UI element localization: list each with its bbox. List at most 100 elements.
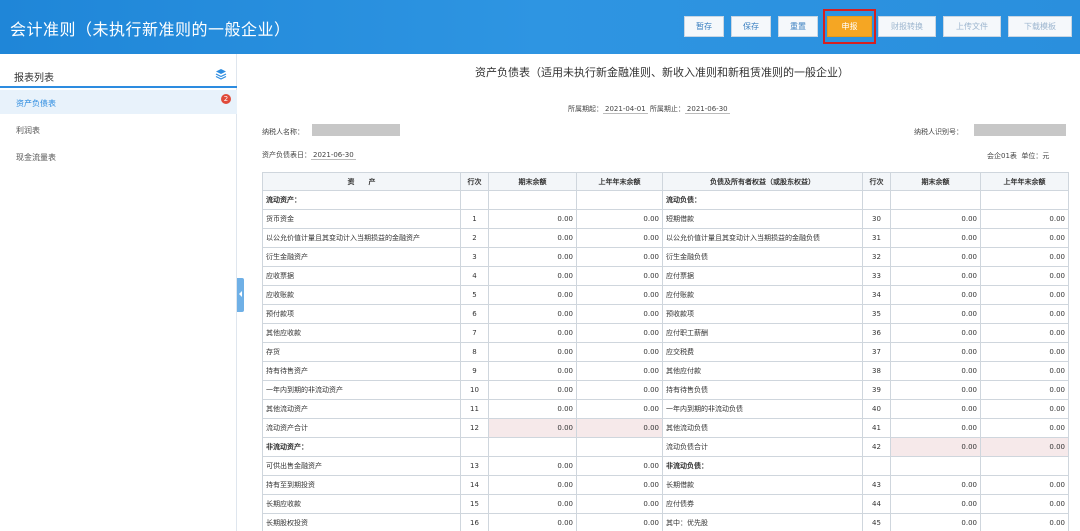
liability-prior-balance-input [980, 456, 1069, 476]
liability-prior-balance-input[interactable]: 0.00 [980, 323, 1069, 343]
asset-ending-balance-input[interactable]: 0.00 [488, 513, 577, 531]
upload-file-button[interactable]: 上传文件 [943, 16, 1001, 37]
liability-ending-balance-input[interactable]: 0.00 [890, 513, 981, 531]
asset-prior-balance-input[interactable]: 0.00 [576, 494, 663, 514]
asset-prior-balance-input[interactable]: 0.00 [576, 247, 663, 267]
report-convert-button[interactable]: 财报转换 [878, 16, 936, 37]
sidebar-item-income-statement[interactable]: 利润表 [0, 117, 237, 141]
asset-prior-balance-input[interactable]: 0.00 [576, 323, 663, 343]
liability-ending-balance-input[interactable]: 0.00 [890, 285, 981, 305]
liability-prior-balance-input[interactable]: 0.00 [980, 361, 1069, 381]
liability-ending-balance-input[interactable]: 0.00 [890, 266, 981, 286]
liability-item-label: 其他应付款 [662, 361, 863, 381]
asset-ending-balance-input[interactable]: 0.00 [488, 361, 577, 381]
table-row: 流动资产合计 12 0.00 0.00 其他流动负债 41 0.00 0.00 [262, 418, 1069, 438]
liability-item-label: 应付债券 [662, 494, 863, 514]
liability-ending-balance-input[interactable]: 0.00 [890, 209, 981, 229]
asset-prior-balance-input[interactable]: 0.00 [576, 228, 663, 248]
liability-ending-balance-input[interactable]: 0.00 [890, 494, 981, 514]
app-header: 会计准则（未执行新准则的一般企业） 暂存 保存 重置 申报 财报转换 上传文件 … [0, 0, 1080, 54]
asset-prior-balance-input[interactable]: 0.00 [576, 456, 663, 476]
asset-prior-balance-input[interactable]: 0.00 [576, 342, 663, 362]
liability-ending-balance-input[interactable]: 0.00 [890, 342, 981, 362]
asset-prior-balance-input[interactable]: 0.00 [576, 266, 663, 286]
sidebar-item-balance-sheet[interactable]: 资产负债表 2 [0, 90, 237, 114]
liability-line-no: 36 [862, 323, 891, 343]
sidebar-item-cash-flow[interactable]: 现金流量表 [0, 144, 237, 168]
asset-ending-balance-input[interactable]: 0.00 [488, 380, 577, 400]
draft-save-button[interactable]: 暂存 [684, 16, 724, 37]
asset-prior-balance-input[interactable]: 0.00 [576, 380, 663, 400]
asset-ending-balance-input[interactable]: 0.00 [488, 456, 577, 476]
liability-prior-balance-input[interactable]: 0.00 [980, 342, 1069, 362]
liability-ending-balance-input[interactable]: 0.00 [890, 304, 981, 324]
liability-ending-balance-input[interactable]: 0.00 [890, 475, 981, 495]
submit-button[interactable]: 申报 [827, 16, 872, 37]
liability-ending-balance-input[interactable]: 0.00 [890, 361, 981, 381]
form-number: 会企01表 [987, 152, 1017, 160]
liability-item-label: 以公允价值计量且其变动计入当期损益的金融负债 [662, 228, 863, 248]
layers-icon[interactable] [215, 68, 227, 80]
asset-prior-balance-input[interactable]: 0.00 [576, 399, 663, 419]
asset-ending-balance-input[interactable]: 0.00 [488, 247, 577, 267]
liability-ending-balance-input[interactable]: 0.00 [890, 399, 981, 419]
liability-prior-balance-input[interactable]: 0.00 [980, 513, 1069, 531]
asset-ending-balance-input[interactable]: 0.00 [488, 323, 577, 343]
table-row: 应收票据 4 0.00 0.00 应付票据 33 0.00 0.00 [262, 266, 1069, 286]
asset-ending-balance-input [488, 437, 577, 457]
asset-ending-balance-input[interactable]: 0.00 [488, 399, 577, 419]
download-template-button[interactable]: 下载模板 [1008, 16, 1072, 37]
asset-ending-balance-input[interactable]: 0.00 [488, 285, 577, 305]
asset-item-label: 流动资产合计 [262, 418, 461, 438]
asset-prior-balance-input[interactable]: 0.00 [576, 475, 663, 495]
liability-prior-balance-input[interactable]: 0.00 [980, 209, 1069, 229]
liability-prior-balance-input[interactable]: 0.00 [980, 266, 1069, 286]
asset-prior-balance-input[interactable]: 0.00 [576, 209, 663, 229]
liability-prior-balance-input[interactable]: 0.00 [980, 247, 1069, 267]
asset-prior-balance-input[interactable]: 0.00 [576, 361, 663, 381]
liability-prior-balance-input[interactable]: 0.00 [980, 475, 1069, 495]
liability-ending-balance-input[interactable]: 0.00 [890, 323, 981, 343]
liability-item-label: 持有待售负债 [662, 380, 863, 400]
sidebar-item-label: 利润表 [16, 126, 40, 135]
table-row: 衍生金融资产 3 0.00 0.00 衍生金融负债 32 0.00 0.00 [262, 247, 1069, 267]
col-header-line-no: 行次 [460, 172, 489, 191]
table-header-row: 资 产 行次 期末余额 上年年末余额 负债及所有者权益（或股东权益） 行次 期末… [262, 172, 1069, 191]
liability-ending-balance-input[interactable]: 0.00 [890, 247, 981, 267]
liability-prior-balance-input[interactable]: 0.00 [980, 494, 1069, 514]
save-button[interactable]: 保存 [731, 16, 771, 37]
asset-ending-balance-input[interactable]: 0.00 [488, 228, 577, 248]
liability-prior-balance-input[interactable]: 0.00 [980, 399, 1069, 419]
liability-prior-balance-input[interactable]: 0.00 [980, 418, 1069, 438]
sidebar-item-label: 资产负债表 [16, 99, 56, 108]
col-header-line-no: 行次 [862, 172, 891, 191]
liability-ending-balance-input[interactable]: 0.00 [890, 418, 981, 438]
asset-prior-balance-input[interactable]: 0.00 [576, 513, 663, 531]
liability-prior-balance-input[interactable]: 0.00 [980, 304, 1069, 324]
asset-ending-balance-input[interactable]: 0.00 [488, 342, 577, 362]
asset-ending-balance-input[interactable]: 0.00 [488, 266, 577, 286]
asset-prior-balance-input: 0.00 [576, 418, 663, 438]
col-header-prior-year-balance: 上年年末余额 [980, 172, 1069, 191]
table-row: 预付款项 6 0.00 0.00 预收款项 35 0.00 0.00 [262, 304, 1069, 324]
asset-item-label: 预付款项 [262, 304, 461, 324]
reset-button[interactable]: 重置 [778, 16, 818, 37]
liability-ending-balance-input[interactable]: 0.00 [890, 228, 981, 248]
asset-prior-balance-input[interactable]: 0.00 [576, 285, 663, 305]
table-row: 应收账款 5 0.00 0.00 应付账款 34 0.00 0.00 [262, 285, 1069, 305]
liability-ending-balance-input[interactable]: 0.00 [890, 380, 981, 400]
liability-line-no: 30 [862, 209, 891, 229]
asset-ending-balance-input[interactable]: 0.00 [488, 304, 577, 324]
asset-prior-balance-input[interactable]: 0.00 [576, 304, 663, 324]
asset-ending-balance-input[interactable]: 0.00 [488, 494, 577, 514]
liability-prior-balance-input[interactable]: 0.00 [980, 380, 1069, 400]
asset-item-label: 应收票据 [262, 266, 461, 286]
asset-ending-balance-input[interactable]: 0.00 [488, 209, 577, 229]
liability-ending-balance-input: 0.00 [890, 437, 981, 457]
liability-line-no: 42 [862, 437, 891, 457]
asset-line-no: 6 [460, 304, 489, 324]
sidebar-collapse-handle[interactable] [237, 278, 244, 312]
asset-ending-balance-input[interactable]: 0.00 [488, 475, 577, 495]
liability-prior-balance-input[interactable]: 0.00 [980, 228, 1069, 248]
liability-prior-balance-input[interactable]: 0.00 [980, 285, 1069, 305]
